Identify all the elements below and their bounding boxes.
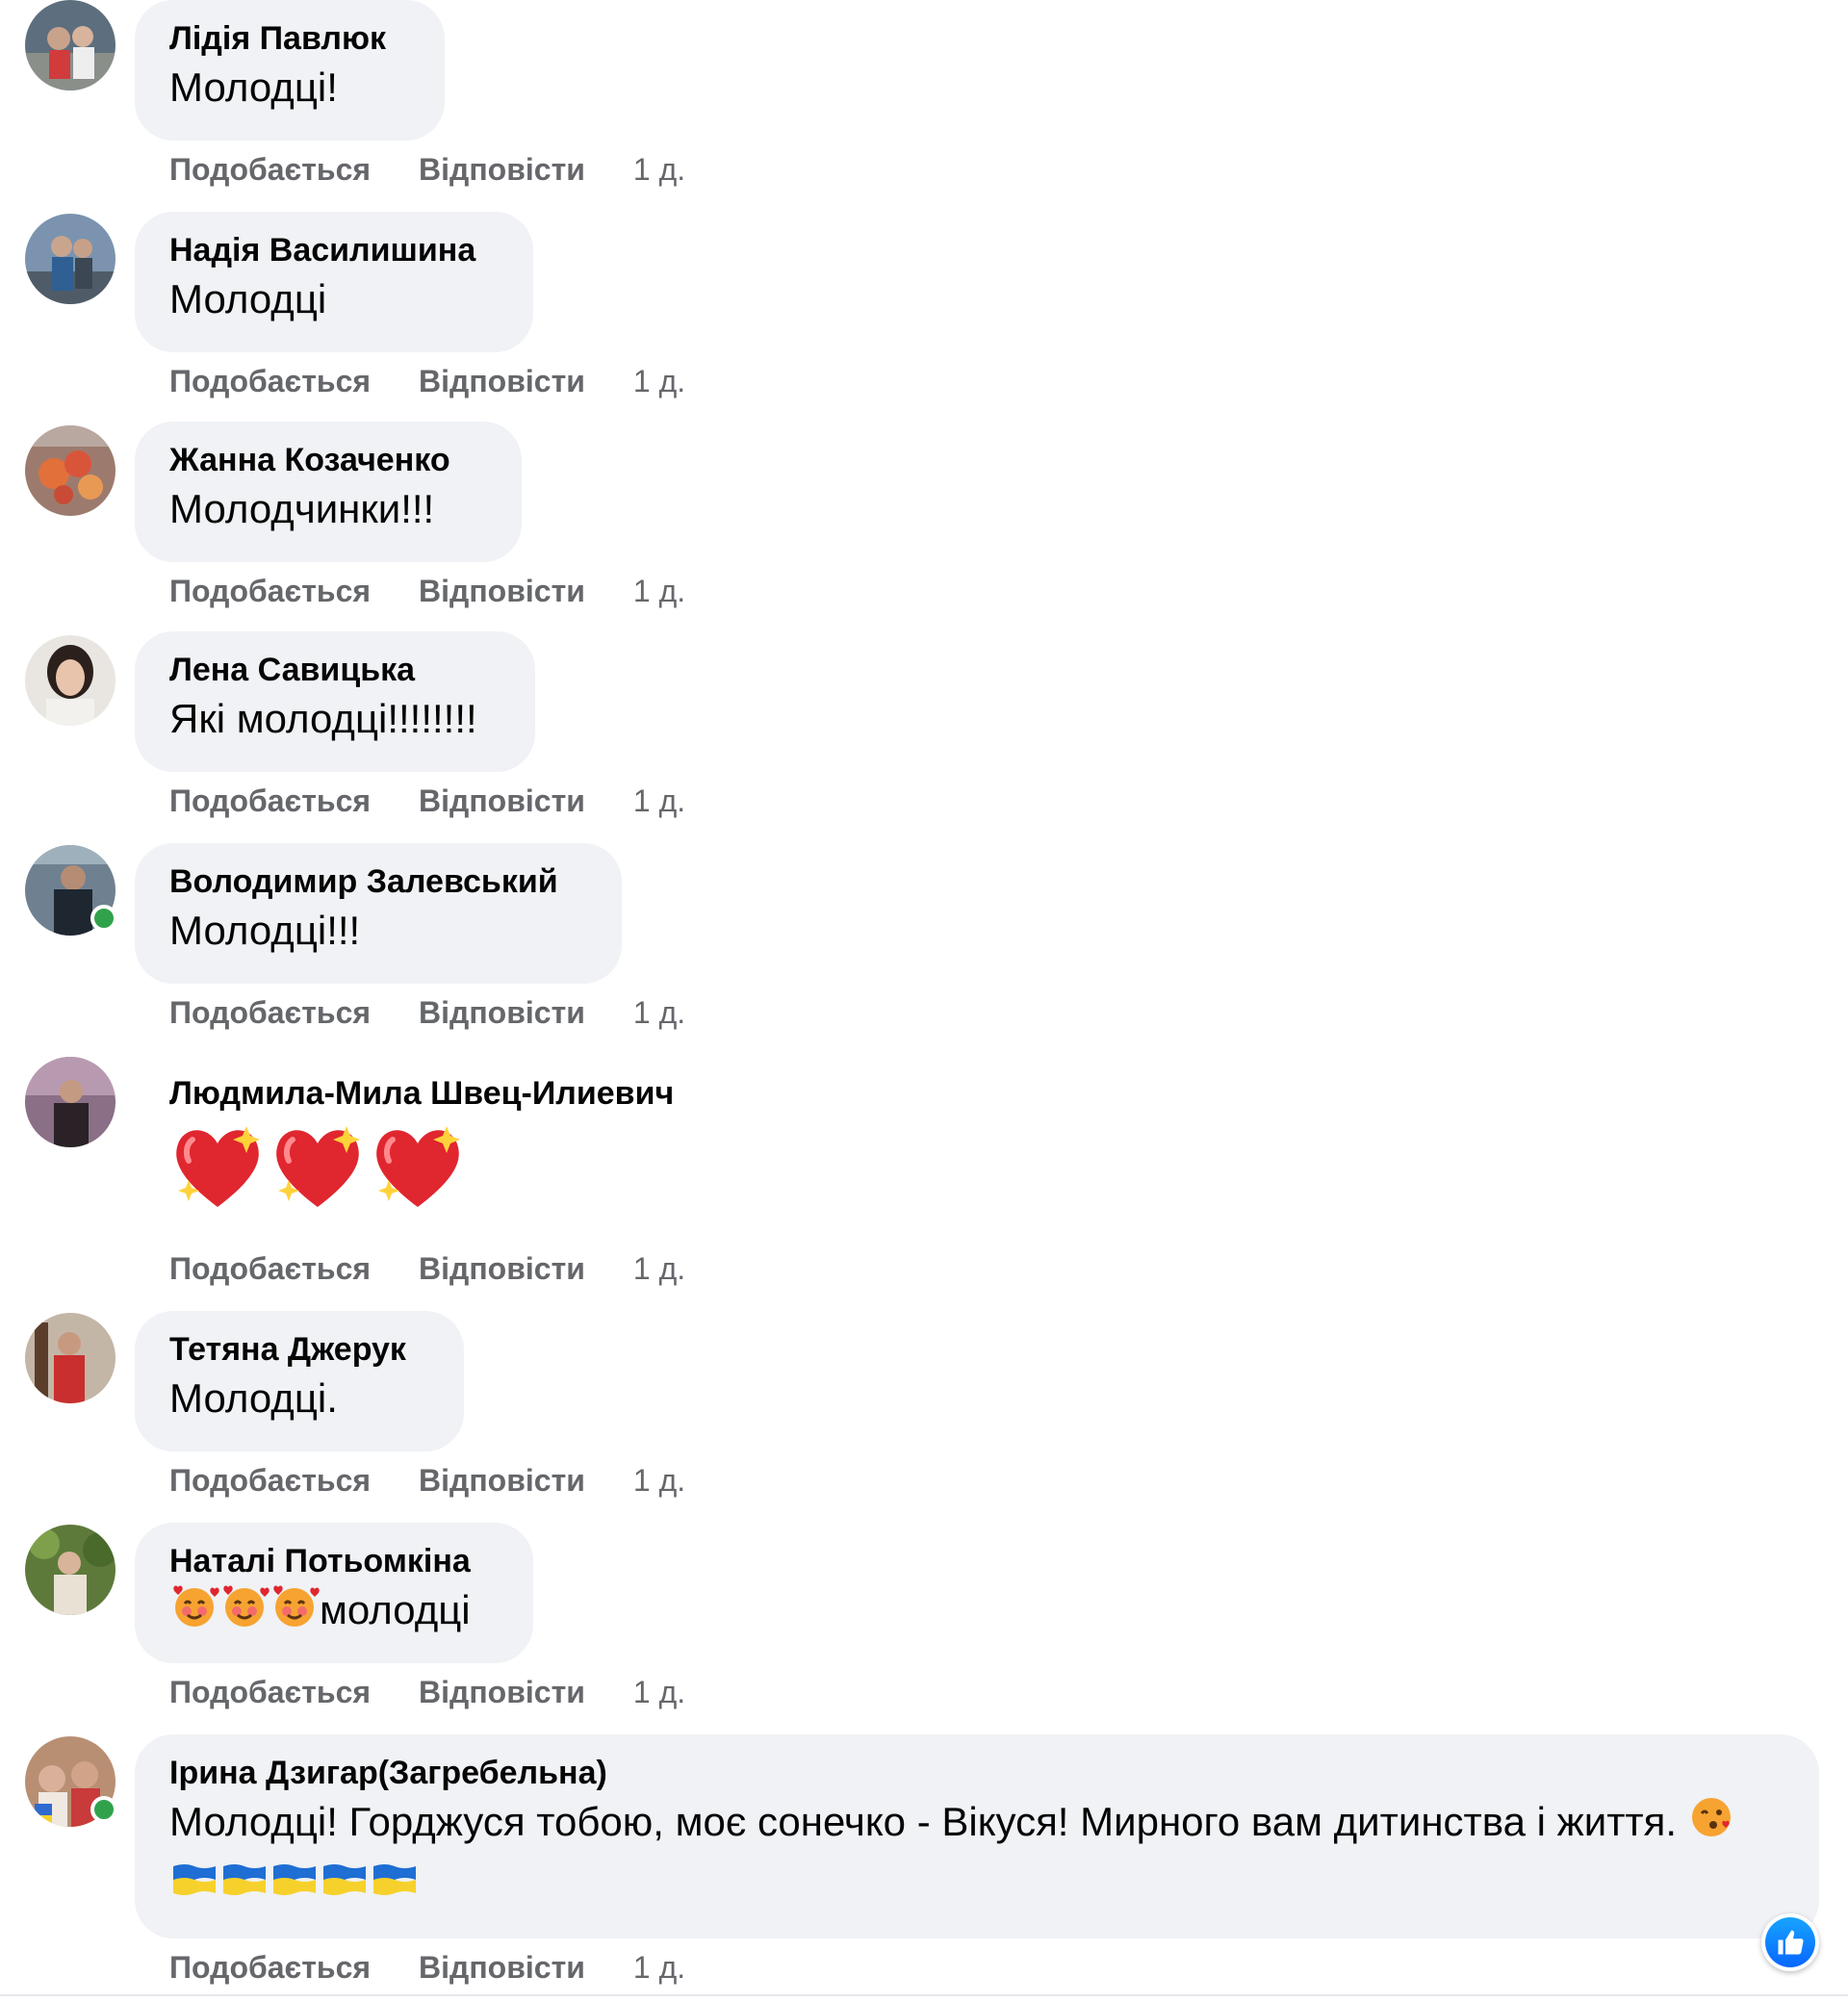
avatar[interactable] [25, 0, 116, 90]
comment-time[interactable]: 1 д. [633, 362, 685, 400]
reply-link[interactable]: Відповісти [419, 1461, 585, 1500]
comment-bubble: Надія Василишина Молодці [135, 212, 533, 352]
reply-link[interactable]: Відповісти [419, 1948, 585, 1987]
comment-time[interactable]: 1 д. [633, 1461, 685, 1500]
like-link[interactable]: Подобається [169, 1249, 371, 1288]
ukraine-flag-emoji [169, 1858, 219, 1913]
comment-text: Які молодці!!!!!!!! [169, 696, 477, 741]
comment-author[interactable]: Ірина Дзигар(Загребельна) [169, 1752, 1784, 1794]
comment-text: Молодці [169, 276, 327, 321]
comment-bubble: Володимир Залевський Молодці!!! [135, 843, 622, 984]
smiling-face-with-hearts-emoji [219, 1582, 270, 1643]
comment-bubble: Наталі Потьомкіна молодці [135, 1523, 533, 1663]
comment-author[interactable]: Людмила-Мила Швец-Илиевич [169, 1072, 716, 1115]
comment-time[interactable]: 1 д. [633, 150, 685, 189]
like-link[interactable]: Подобається [169, 362, 371, 400]
like-link[interactable]: Подобається [169, 782, 371, 820]
divider [0, 1994, 1848, 1996]
like-link[interactable]: Подобається [169, 1673, 371, 1711]
comment-author[interactable]: Тетяна Джерук [169, 1328, 429, 1371]
comment-bubble: Лідія Павлюк Молодці! [135, 0, 445, 141]
avatar[interactable] [25, 845, 117, 936]
comment-text: Молодчинки!!! [169, 486, 435, 531]
thumbs-up-icon [1765, 1917, 1815, 1967]
avatar[interactable] [25, 1525, 116, 1615]
comment-actions: Подобається Відповісти 1 д. [169, 572, 685, 610]
comment-bubble: Людмила-Мила Швец-Илиевич [135, 1055, 751, 1238]
comment-text: молодці [169, 1582, 499, 1643]
comment-author[interactable]: Надія Василишина [169, 229, 499, 271]
comment-time[interactable]: 1 д. [633, 1249, 685, 1288]
comment-text: Молодці! [169, 64, 338, 110]
ukraine-flag-emoji [370, 1858, 420, 1913]
reply-link[interactable]: Відповісти [419, 782, 585, 820]
comment-author[interactable]: Наталі Потьомкіна [169, 1540, 499, 1582]
reply-link[interactable]: Відповісти [419, 572, 585, 610]
reply-link[interactable]: Відповісти [419, 1673, 585, 1711]
reply-link[interactable]: Відповісти [419, 362, 585, 400]
comment-time[interactable]: 1 д. [633, 1673, 685, 1711]
comment-bubble: Жанна Козаченко Молодчинки!!! [135, 422, 522, 562]
avatar[interactable] [25, 1057, 116, 1147]
comment-actions: Подобається Відповісти 1 д. [169, 1948, 685, 1987]
comment-author[interactable]: Лена Савицька [169, 649, 500, 691]
comment-actions: Подобається Відповісти 1 д. [169, 1461, 685, 1500]
like-reaction-badge[interactable] [1761, 1913, 1819, 1971]
like-link[interactable]: Подобається [169, 993, 371, 1032]
comment-text: Молодці!!! [169, 908, 361, 953]
smiling-face-with-hearts-emoji [270, 1582, 320, 1643]
emoji-row [169, 1120, 716, 1218]
comment-time[interactable]: 1 д. [633, 782, 685, 820]
comment-bubble: Ірина Дзигар(Загребельна) Молодці! Гордж… [135, 1734, 1819, 1938]
comment-bubble: Лена Савицька Які молодці!!!!!!!! [135, 631, 535, 772]
like-link[interactable]: Подобається [169, 1461, 371, 1500]
reply-link[interactable]: Відповісти [419, 150, 585, 189]
reply-link[interactable]: Відповісти [419, 1249, 585, 1288]
sparkling-heart-emoji [370, 1120, 466, 1218]
ukraine-flag-emoji [270, 1858, 320, 1913]
online-indicator [90, 1796, 117, 1823]
comment-text-content: Молодці! Горджуся тобою, моє сонечко - В… [169, 1799, 1678, 1844]
avatar[interactable] [25, 1313, 116, 1403]
comment-actions: Подобається Відповісти 1 д. [169, 362, 685, 400]
comment-text-content: молодці [320, 1587, 471, 1632]
comment-actions: Подобається Відповісти 1 д. [169, 150, 685, 189]
like-link[interactable]: Подобається [169, 572, 371, 610]
like-link[interactable]: Подобається [169, 1948, 371, 1987]
comment-time[interactable]: 1 д. [633, 993, 685, 1032]
avatar[interactable] [25, 425, 116, 516]
comment-text: Молодці! Горджуся тобою, моє сонечко - В… [169, 1794, 1758, 1913]
online-indicator [90, 905, 117, 932]
avatar[interactable] [25, 635, 116, 726]
comment-actions: Подобається Відповісти 1 д. [169, 1673, 685, 1711]
reply-link[interactable]: Відповісти [419, 993, 585, 1032]
comment-actions: Подобається Відповісти 1 д. [169, 1249, 685, 1288]
comment-author[interactable]: Володимир Залевський [169, 860, 587, 903]
comment-time[interactable]: 1 д. [633, 1948, 685, 1987]
avatar[interactable] [25, 1736, 117, 1827]
comment-text: Молодці. [169, 1375, 338, 1421]
ukraine-flag-emoji [320, 1858, 370, 1913]
like-link[interactable]: Подобається [169, 150, 371, 189]
comment-time[interactable]: 1 д. [633, 572, 685, 610]
comment-author[interactable]: Жанна Козаченко [169, 439, 487, 481]
avatar[interactable] [25, 214, 116, 304]
sparkling-heart-emoji [169, 1120, 266, 1218]
face-blowing-kiss-emoji [1688, 1794, 1734, 1855]
ukraine-flag-emoji [219, 1858, 270, 1913]
smiling-face-with-hearts-emoji [169, 1582, 219, 1643]
sparkling-heart-emoji [270, 1120, 366, 1218]
comment-bubble: Тетяна Джерук Молодці. [135, 1311, 464, 1451]
comment-author[interactable]: Лідія Павлюк [169, 17, 410, 60]
comment-actions: Подобається Відповісти 1 д. [169, 993, 685, 1032]
comment-actions: Подобається Відповісти 1 д. [169, 782, 685, 820]
